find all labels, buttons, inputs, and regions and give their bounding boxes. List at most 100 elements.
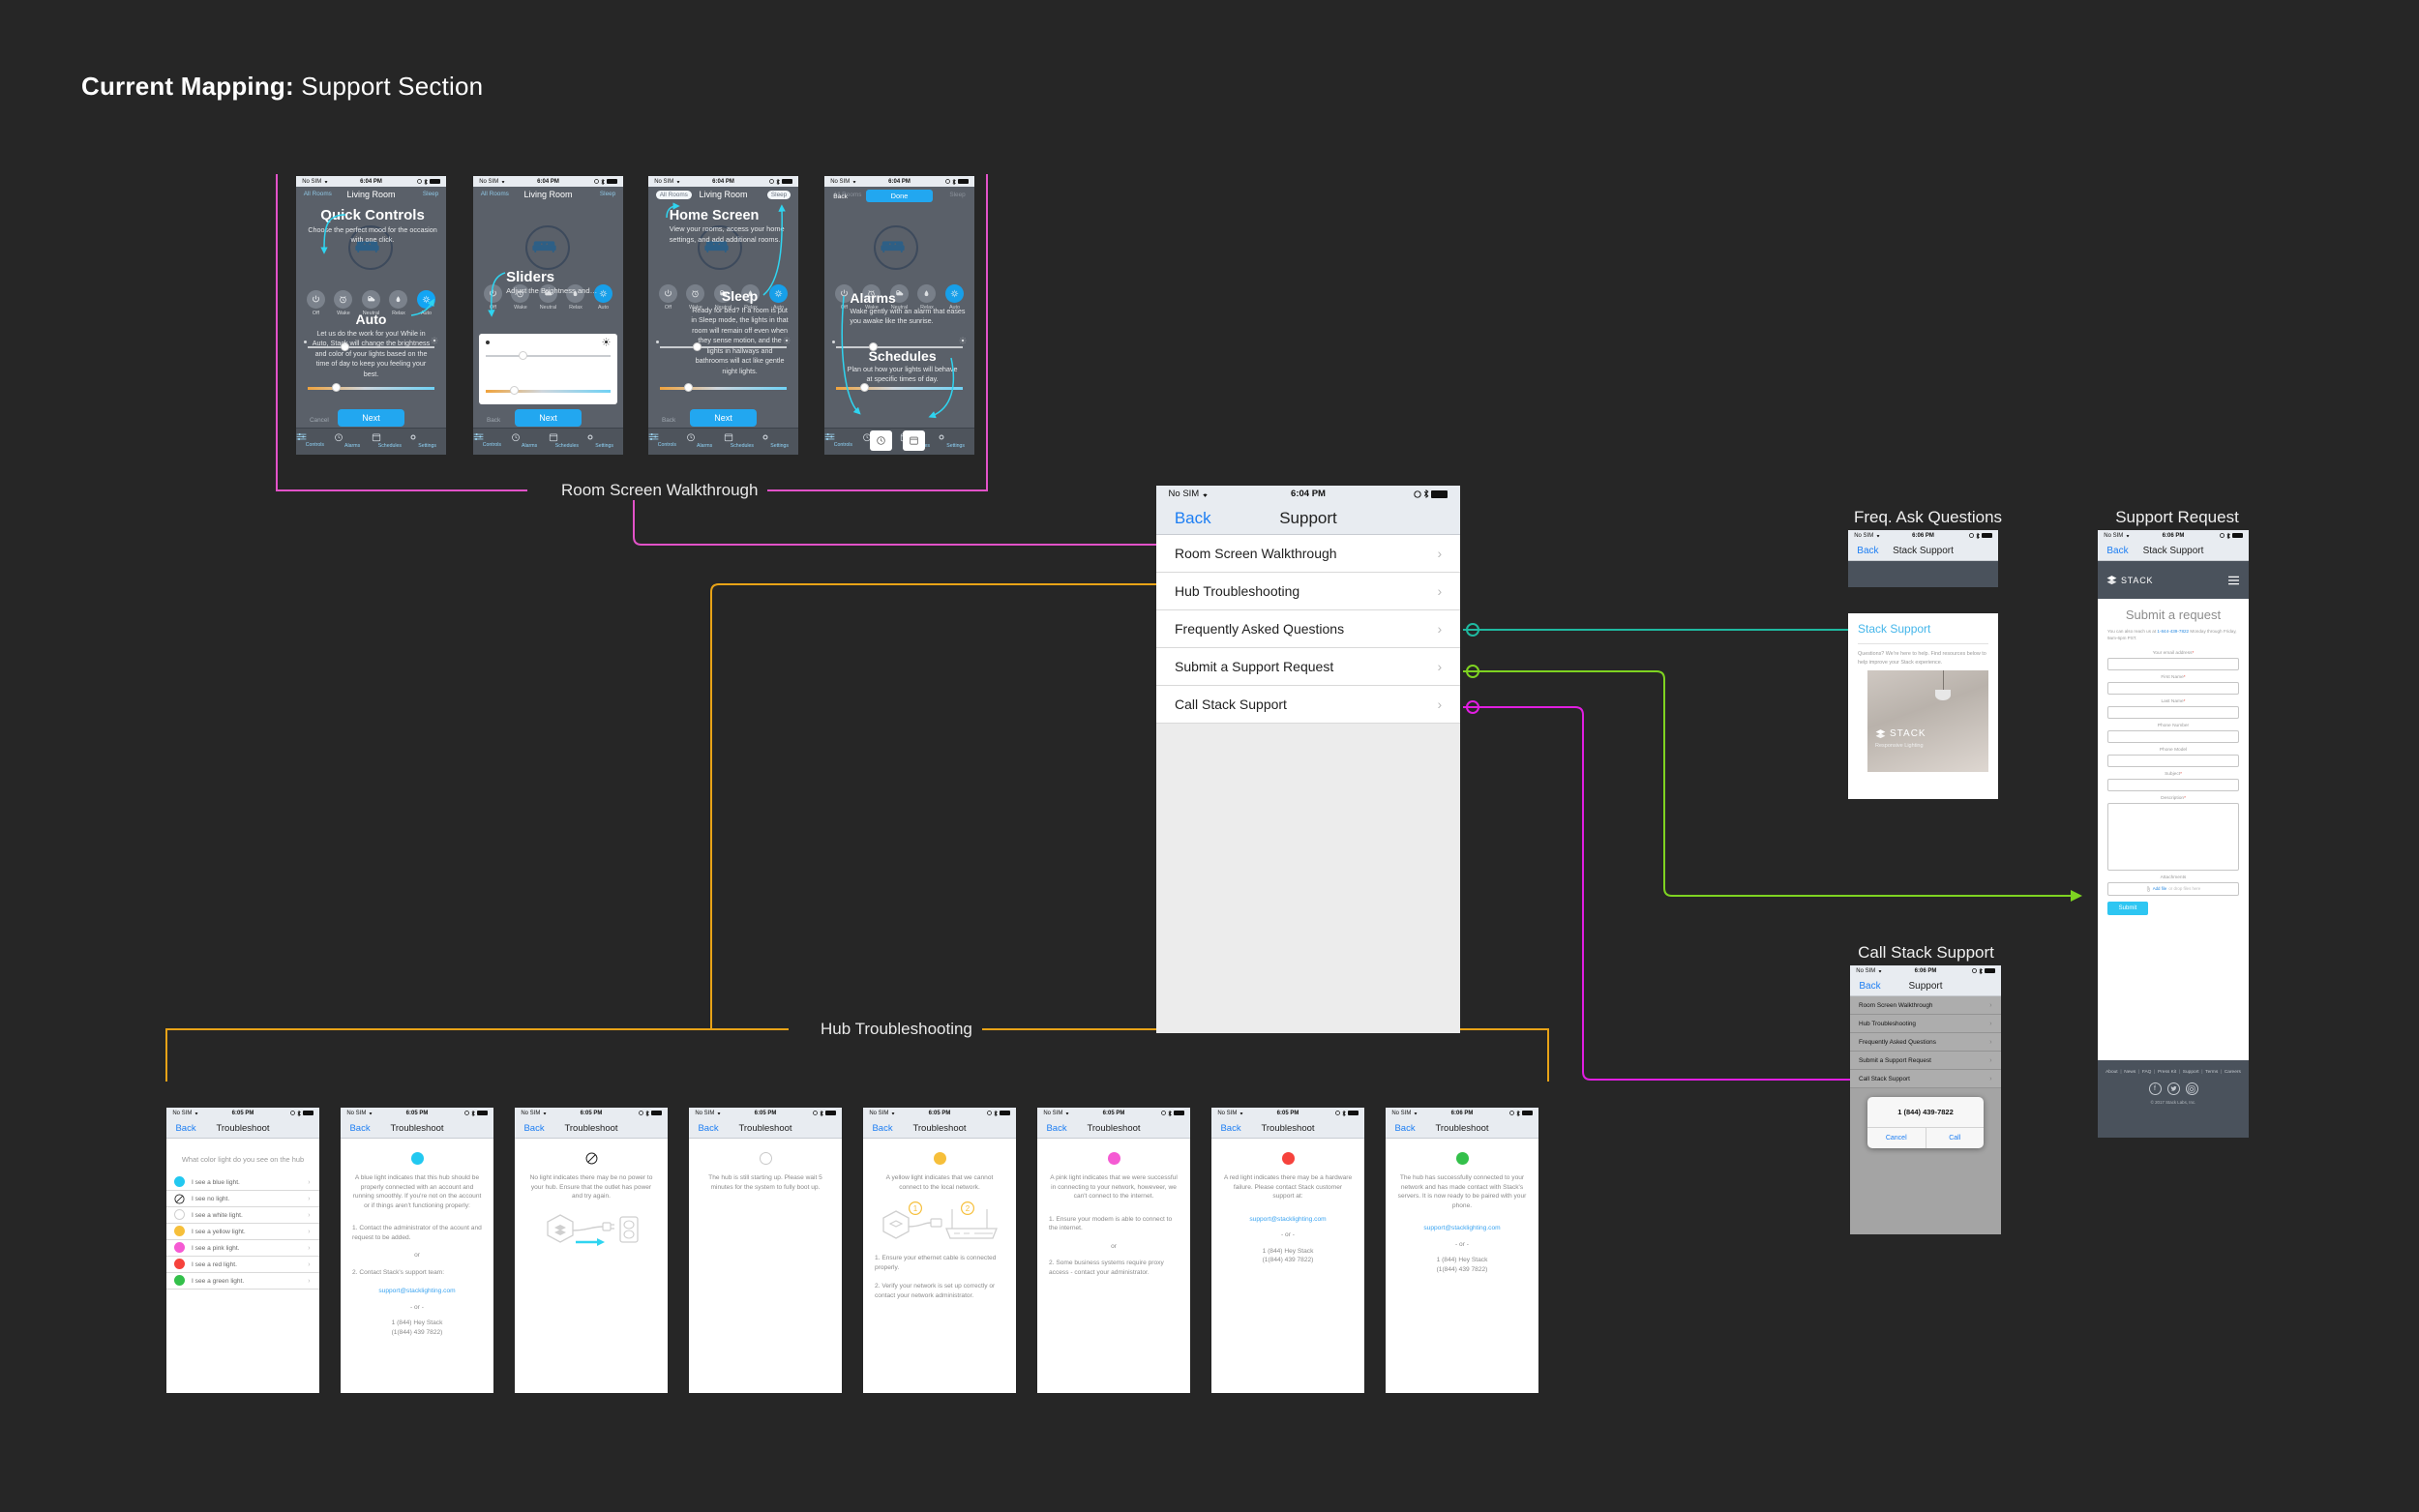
phone-link[interactable]: 1-844-439-7822 [2157,629,2189,634]
text-field[interactable] [2107,778,2239,791]
troubleshoot-option[interactable]: I see a pink light. › [166,1240,319,1258]
tab-controls[interactable]: Controls [648,432,686,455]
troubleshoot-option[interactable]: I see a red light. › [166,1257,319,1274]
description-field[interactable] [2107,802,2239,871]
call-support-phone: No SIM 6:06 PM Back Support Room Screen … [1850,965,2001,1234]
support-row[interactable]: Hub Troubleshooting › [1156,573,1460,610]
brightness-slider-track[interactable] [486,351,611,360]
tab-controls[interactable]: Controls [473,432,511,455]
next-button[interactable]: Next [690,409,757,427]
tab-icon [408,432,446,442]
nav-title: Troubleshoot [1261,1122,1315,1134]
tab-icon [511,432,549,442]
cancel-button[interactable]: Cancel [310,417,329,424]
brightness-slider-knob[interactable] [518,351,527,360]
text-field[interactable] [2107,729,2239,743]
tab-settings[interactable]: Settings [937,432,974,455]
back-button[interactable]: Back [833,193,848,200]
tab-alarms[interactable]: Alarms [686,432,724,455]
footer-link[interactable]: FAQ [2142,1070,2152,1075]
group-label-room-screen-walkthrough: Room Screen Walkthrough [552,481,768,500]
tab-label: Controls [482,442,502,448]
troubleshoot-option[interactable]: I see a blue light. › [166,1174,319,1192]
next-button[interactable]: Next [515,409,582,427]
chevron-right-icon: › [308,1277,311,1285]
support-row[interactable]: Submit a Support Request › [1156,648,1460,686]
sleep-button[interactable]: Sleep [600,191,615,197]
attachment-dropzone[interactable]: Add file or drop files here [2107,881,2239,896]
back-button[interactable]: Back [662,417,675,424]
troubleshoot-option[interactable]: I see a yellow light. › [166,1224,319,1241]
footer-link[interactable]: Press Kit [2158,1070,2176,1075]
support-contact: support@stacklighting.com - or - 1 (844)… [1211,1201,1364,1265]
support-row[interactable]: Room Screen Walkthrough › [1156,535,1460,573]
tab-settings[interactable]: Settings [585,432,623,455]
done-button[interactable]: Done [866,190,933,202]
troubleshoot-option[interactable]: I see no light. › [166,1191,319,1208]
tab-settings[interactable]: Settings [761,432,798,455]
tab-schedules[interactable]: Schedules [724,432,762,455]
bluetooth-icon [1516,1110,1520,1116]
footer-link[interactable]: Terms [2205,1070,2218,1075]
tab-controls[interactable]: Controls [824,432,862,455]
sleep-button[interactable]: Sleep [766,191,791,199]
submit-button[interactable]: Submit [2107,901,2148,915]
troubleshoot-option[interactable]: I see a green light. › [166,1273,319,1290]
light-color-dot [1281,1152,1295,1165]
alert-call-button[interactable]: Call [1925,1128,1985,1148]
nav-title: Stack Support [2142,545,2204,556]
mood-off[interactable]: Off [658,284,677,311]
troubleshoot-option[interactable]: I see a white light. › [166,1207,319,1225]
add-file-link[interactable]: Add file [2153,886,2167,891]
walkthrough-arrow-icon [666,202,680,219]
footer-link[interactable]: Support [2183,1070,2199,1075]
group-label-call-stack-support: Call Stack Support [1858,943,1994,962]
option-label: I see a blue light. [192,1178,240,1186]
tab-settings[interactable]: Settings [408,432,446,455]
brand-tagline: Responsive Lighting [1875,743,1924,749]
facebook-icon[interactable]: f [2148,1082,2162,1096]
controls-icon [296,433,307,440]
footer-link[interactable]: Careers [2225,1070,2241,1075]
support-phone-digits: (1(844) 439 7822) [1436,1265,1488,1273]
tab-schedules[interactable]: Schedules [549,432,586,455]
alert-cancel-button[interactable]: Cancel [1867,1128,1926,1148]
walkthrough-arrow-icon [762,204,786,296]
text-field[interactable] [2107,657,2239,670]
schedules-tab-highlight[interactable] [902,430,925,451]
nav-bar: All Rooms Living Room Sleep [473,187,623,206]
tab-alarms[interactable]: Alarms [334,432,372,455]
hamburger-menu-icon[interactable] [2227,576,2240,585]
tab-controls[interactable]: Controls [296,432,334,455]
text-field[interactable] [2107,754,2239,767]
color-slider-knob[interactable] [684,383,694,392]
tab-label: Schedules [554,443,579,449]
instagram-icon[interactable] [2185,1082,2198,1096]
tab-alarms[interactable]: Alarms [511,432,549,455]
tab-schedules[interactable]: Schedules [372,432,409,455]
text-field[interactable] [2107,681,2239,695]
mood-icon [306,290,325,309]
support-row[interactable]: Call Stack Support › [1156,686,1460,724]
support-email-link[interactable]: support@stacklighting.com [350,1287,484,1296]
support-phone-digits: (1(844) 439 7822) [391,1329,443,1337]
mood-label: Auto [597,305,610,311]
text-field[interactable] [2107,705,2239,719]
sleep-button[interactable]: Sleep [423,191,438,197]
support-email-link[interactable]: support@stacklighting.com [1395,1224,1529,1233]
twitter-icon[interactable] [2166,1082,2180,1096]
back-button[interactable]: Back [487,417,500,424]
color-slider-knob[interactable] [332,383,342,392]
footer-link[interactable]: About [2105,1070,2118,1075]
sleep-button[interactable]: Sleep [949,192,965,198]
footer-link[interactable]: News [2124,1070,2135,1075]
support-email-link[interactable]: support@stacklighting.com [1221,1215,1355,1225]
mood-icon [361,290,380,309]
color-slider-track[interactable] [660,383,787,392]
color-slider-knob[interactable] [509,386,519,395]
alarms-tab-highlight[interactable] [869,430,892,451]
next-button[interactable]: Next [338,409,404,427]
color-slider-track[interactable] [308,383,434,392]
support-row[interactable]: Frequently Asked Questions › [1156,610,1460,648]
color-slider-track[interactable] [486,386,611,395]
